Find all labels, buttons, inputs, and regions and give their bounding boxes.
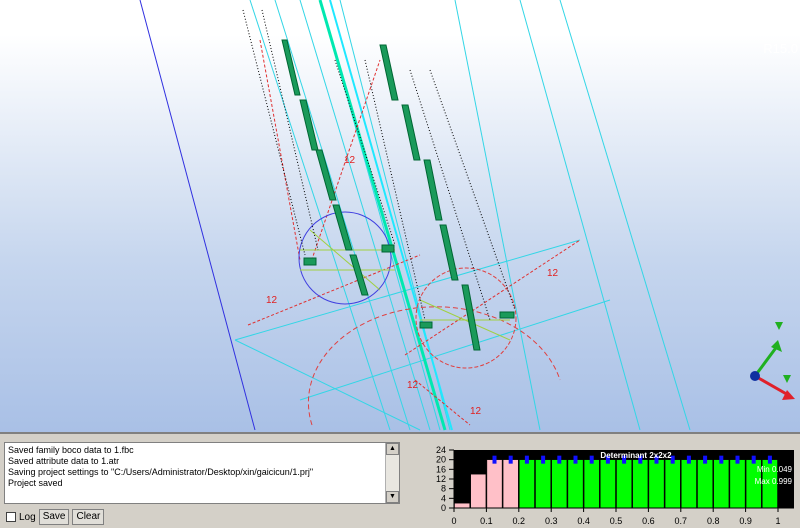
histogram-bar bbox=[600, 459, 616, 509]
bar-marker bbox=[751, 455, 756, 464]
log-line: Saved attribute data to 1.atr bbox=[8, 456, 120, 466]
x-tick-label: 1 bbox=[775, 516, 780, 526]
mesh-geometry: 12 12 12 12 12 bbox=[139, 0, 795, 431]
histogram-bar bbox=[454, 502, 470, 509]
histogram-bar bbox=[502, 459, 519, 509]
bar-marker bbox=[719, 455, 724, 464]
message-log[interactable]: Saved family boco data to 1.fbc Saved at… bbox=[4, 442, 400, 504]
x-tick-label: 0.3 bbox=[545, 516, 558, 526]
bar-marker bbox=[573, 455, 578, 464]
quality-histogram[interactable]: Determinant 2x2x2 Min 0.049 Max 0.999 0 4 8 12… bbox=[406, 434, 800, 528]
histogram-bar bbox=[519, 459, 535, 509]
log-line: Project saved bbox=[8, 478, 63, 488]
histogram-bar bbox=[632, 459, 649, 509]
histogram-bar bbox=[486, 459, 503, 509]
log-lines: Saved family boco data to 1.fbc Saved at… bbox=[8, 445, 383, 489]
bar-marker bbox=[508, 455, 513, 464]
histogram-chart[interactable]: Determinant 2x2x2Min 0.049Max 0.99904812… bbox=[406, 434, 800, 528]
histogram-bar bbox=[664, 459, 681, 509]
message-panel: Saved family boco data to 1.fbc Saved at… bbox=[0, 434, 800, 528]
brand-version: R15.0 bbox=[763, 41, 798, 56]
histogram-bar bbox=[583, 459, 600, 509]
save-button[interactable]: Save bbox=[38, 509, 70, 525]
histogram-bar bbox=[729, 459, 746, 509]
x-tick-label: 0.9 bbox=[739, 516, 752, 526]
histogram-bar bbox=[681, 459, 697, 509]
x-tick-label: 0.4 bbox=[577, 516, 590, 526]
y-tick-label: 0 bbox=[441, 503, 446, 513]
bar-marker bbox=[589, 455, 594, 464]
graphics-viewport[interactable]: 12 12 12 12 12 ANSYS R15.0 bbox=[0, 0, 800, 434]
log-scrollbar[interactable]: ▲ ▼ bbox=[385, 443, 399, 503]
clear-button[interactable]: Clear bbox=[72, 509, 105, 525]
bar-marker bbox=[524, 455, 529, 464]
log-controls: Log Save Clear bbox=[6, 508, 105, 526]
x-tick-label: 0.2 bbox=[513, 516, 526, 526]
y-tick-label: 8 bbox=[441, 484, 446, 494]
x-tick-label: 0.8 bbox=[707, 516, 720, 526]
histogram-bar bbox=[535, 459, 551, 509]
log-checkbox-label: Log bbox=[19, 511, 36, 523]
log-line: Saving project settings to "C:/Users/Adm… bbox=[8, 467, 314, 477]
ansys-logo: ANSYS R15.0 bbox=[712, 16, 800, 56]
brand-name: ANSYS bbox=[712, 15, 800, 42]
x-tick-label: 0 bbox=[451, 516, 456, 526]
log-line: Saved family boco data to 1.fbc bbox=[8, 445, 134, 455]
x-tick-label: 0.1 bbox=[480, 516, 493, 526]
scroll-down-arrow-icon[interactable]: ▼ bbox=[386, 491, 399, 503]
min-label: Min 0.049 bbox=[757, 465, 793, 474]
x-tick-label: 0.5 bbox=[610, 516, 623, 526]
y-tick-label: 24 bbox=[436, 445, 446, 455]
bar-marker bbox=[492, 455, 497, 464]
chart-title: Determinant 2x2x2 bbox=[600, 451, 672, 460]
histogram-bar bbox=[648, 459, 665, 509]
bar-marker bbox=[703, 455, 708, 464]
histogram-bar bbox=[567, 459, 584, 509]
y-tick-label: 12 bbox=[436, 474, 446, 484]
histogram-bar bbox=[616, 459, 632, 509]
histogram-bar bbox=[551, 459, 568, 509]
bar-marker bbox=[767, 455, 772, 464]
histogram-bar bbox=[697, 459, 713, 509]
y-tick-label: 20 bbox=[436, 455, 446, 465]
bar-marker bbox=[557, 455, 562, 464]
dimension-label: 12 bbox=[266, 295, 278, 306]
dimension-label: 12 bbox=[344, 155, 356, 166]
histogram-bar bbox=[713, 459, 730, 509]
bar-marker bbox=[541, 455, 546, 464]
log-checkbox[interactable] bbox=[6, 512, 16, 522]
y-tick-label: 4 bbox=[441, 493, 446, 503]
x-tick-label: 0.6 bbox=[642, 516, 655, 526]
max-label: Max 0.999 bbox=[755, 477, 793, 486]
dimension-label: 12 bbox=[547, 268, 559, 279]
bar-marker bbox=[686, 455, 691, 464]
bar-marker bbox=[735, 455, 740, 464]
x-tick-label: 0.7 bbox=[675, 516, 688, 526]
dimension-label: 12 bbox=[407, 380, 419, 391]
axis-triad-icon bbox=[750, 322, 795, 400]
histogram-bar bbox=[470, 473, 487, 509]
scroll-up-arrow-icon[interactable]: ▲ bbox=[386, 443, 399, 455]
y-tick-label: 16 bbox=[436, 464, 446, 474]
dimension-label: 12 bbox=[470, 406, 482, 417]
